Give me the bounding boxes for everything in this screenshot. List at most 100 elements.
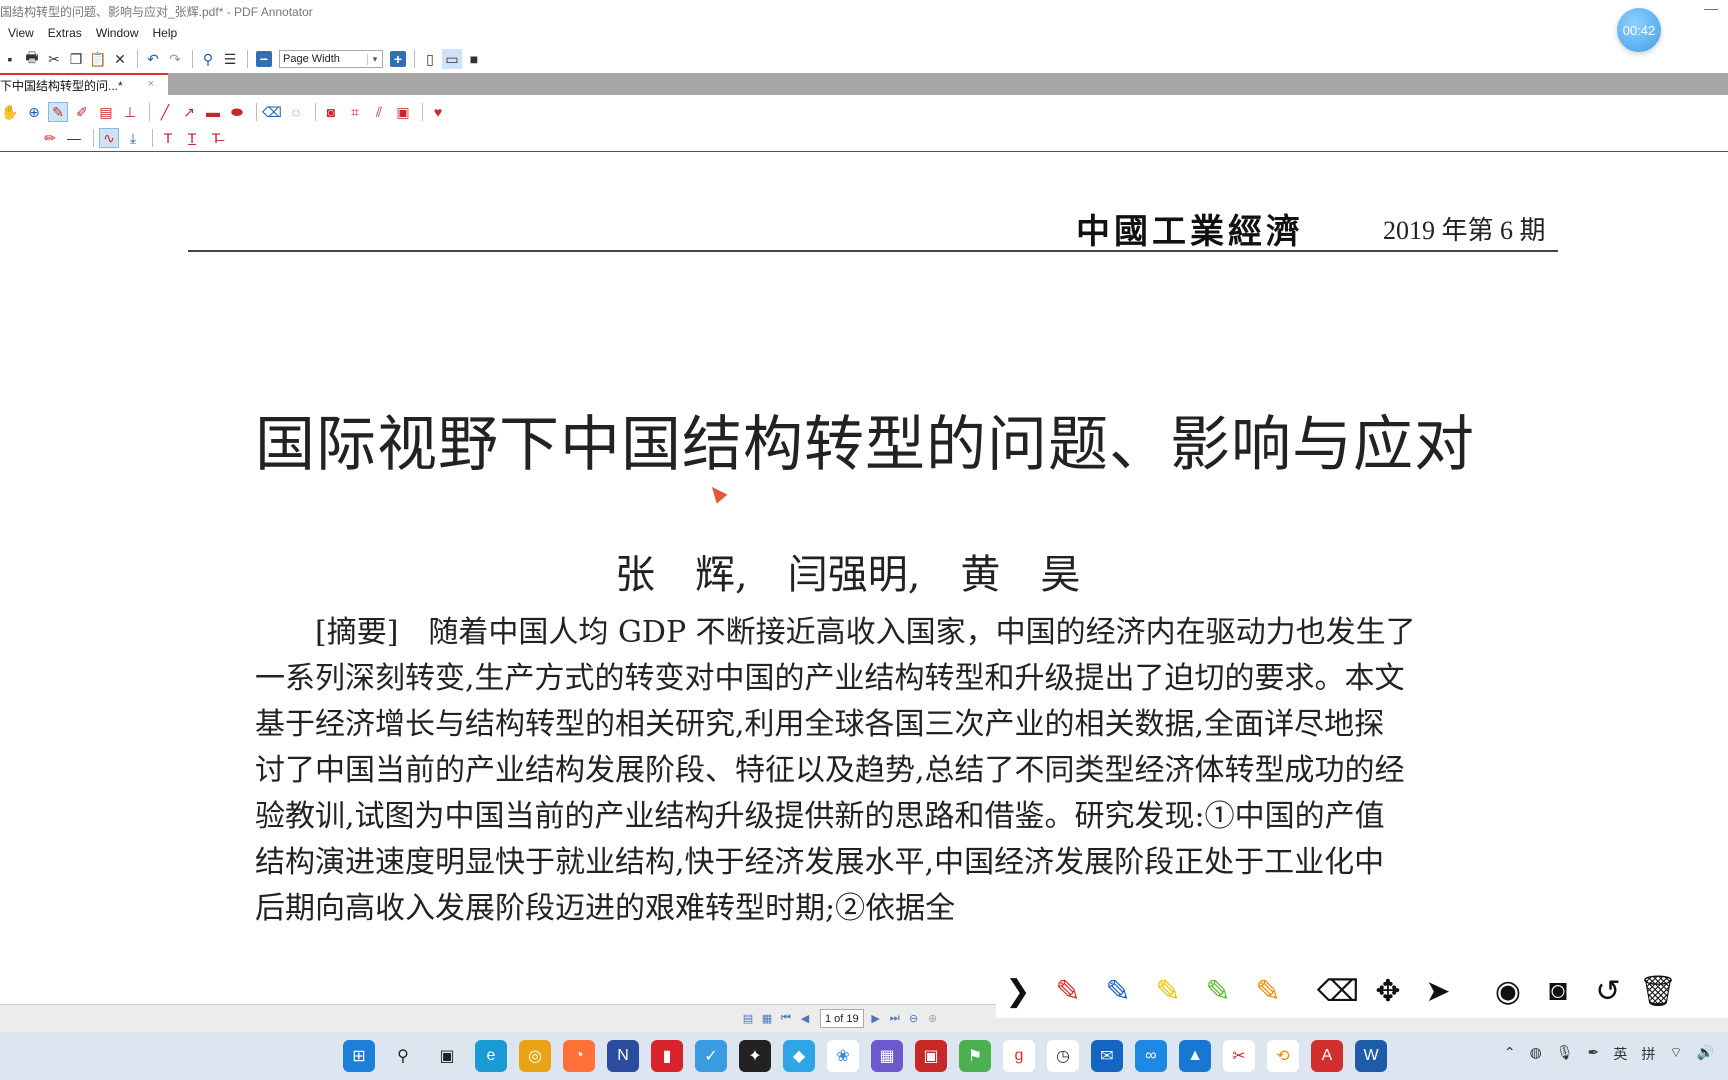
chevron-up-icon[interactable]: ⌃ bbox=[1504, 1044, 1516, 1064]
delete-icon[interactable]: ✕ bbox=[110, 49, 130, 69]
prev-page-icon[interactable]: ◀ bbox=[797, 1011, 813, 1027]
link-app-icon[interactable]: ∞ bbox=[1135, 1040, 1167, 1072]
hand-icon[interactable]: ✋ bbox=[0, 102, 20, 122]
select-pointer-icon[interactable]: ➤ bbox=[1416, 969, 1460, 1013]
acrobat-icon[interactable]: A bbox=[1311, 1040, 1343, 1072]
single-page-icon[interactable]: ▯ bbox=[420, 49, 440, 69]
word-icon[interactable]: W bbox=[1355, 1040, 1387, 1072]
red-pen-icon[interactable]: ✎ bbox=[1046, 969, 1090, 1013]
forward-icon[interactable]: ⊕ bbox=[925, 1011, 941, 1027]
redo-icon[interactable]: ↷ bbox=[165, 49, 185, 69]
ruler-icon[interactable]: ⫽ bbox=[369, 102, 389, 122]
folder-icon[interactable]: ▦ bbox=[759, 1011, 775, 1027]
page-number-field[interactable]: 1 of 19 bbox=[820, 1009, 864, 1028]
orange-highlighter-icon[interactable]: ✎ bbox=[1246, 969, 1290, 1013]
menu-view[interactable]: View bbox=[0, 24, 40, 44]
fullscreen-icon[interactable]: ■ bbox=[464, 49, 484, 69]
zoom-tool-icon[interactable]: ⊕ bbox=[24, 102, 44, 122]
menu-window[interactable]: Window bbox=[88, 24, 145, 44]
chrome-icon[interactable]: ◎ bbox=[519, 1040, 551, 1072]
blue-pen-icon[interactable]: ✎ bbox=[1096, 969, 1140, 1013]
menu-extras[interactable]: Extras bbox=[40, 24, 88, 44]
search-icon[interactable]: ⚲ bbox=[387, 1040, 419, 1072]
clock-app-icon[interactable]: ◷ bbox=[1047, 1040, 1079, 1072]
rectangle-icon[interactable]: ▬ bbox=[203, 102, 223, 122]
recording-timer[interactable]: 00:42 bbox=[1617, 8, 1661, 52]
print-icon[interactable]: 🖶 bbox=[22, 49, 42, 69]
trash-icon[interactable]: 🗑 bbox=[1636, 969, 1680, 1013]
camera-icon[interactable]: ◙ bbox=[321, 102, 341, 122]
lasso-icon[interactable]: ◌ bbox=[286, 102, 306, 122]
highlighter-icon[interactable]: ✐ bbox=[72, 102, 92, 122]
camera-icon[interactable]: ◙ bbox=[1536, 969, 1580, 1013]
last-page-icon[interactable]: ⏭ bbox=[887, 1011, 903, 1027]
close-icon[interactable]: × bbox=[148, 78, 154, 90]
chevron-down-icon[interactable]: ▾ bbox=[367, 53, 382, 65]
first-page-icon[interactable]: ⏮ bbox=[778, 1011, 794, 1027]
wifi-icon[interactable]: ⌔ bbox=[1669, 1044, 1682, 1064]
eye-icon[interactable]: ◉ bbox=[1486, 969, 1530, 1013]
mindmap-app-icon[interactable]: ✦ bbox=[739, 1040, 771, 1072]
zoom-out-button[interactable]: − bbox=[256, 51, 272, 67]
grid-app-icon[interactable]: ▦ bbox=[871, 1040, 903, 1072]
outline-icon[interactable]: ☰ bbox=[220, 49, 240, 69]
favorites-icon[interactable]: ♥ bbox=[428, 102, 448, 122]
menu-help[interactable]: Help bbox=[145, 24, 184, 44]
minimize-button[interactable]: — bbox=[1704, 0, 1718, 16]
cut-icon[interactable]: ✂ bbox=[44, 49, 64, 69]
ime-mode[interactable]: 拼 bbox=[1641, 1044, 1655, 1064]
strikethrough-icon[interactable]: T̶ bbox=[206, 128, 226, 148]
stamp-icon[interactable]: ⊥ bbox=[120, 102, 140, 122]
document-tab[interactable]: 下中国结构转型的问...* × bbox=[0, 73, 168, 95]
pen-icon[interactable]: ✒ bbox=[1588, 1044, 1600, 1064]
insert-space-icon[interactable]: ⤓ bbox=[123, 128, 143, 148]
pdf-annotator-icon[interactable]: ▣ bbox=[915, 1040, 947, 1072]
find-icon[interactable]: ⚲ bbox=[198, 49, 218, 69]
security-icon[interactable]: ◍ bbox=[1530, 1044, 1542, 1064]
back-icon[interactable]: ⊖ bbox=[906, 1011, 922, 1027]
cs-app-icon[interactable]: ✂ bbox=[1223, 1040, 1255, 1072]
photos-app-icon[interactable]: ▲ bbox=[1179, 1040, 1211, 1072]
fit-width-icon[interactable]: ▭ bbox=[442, 49, 462, 69]
arrow-icon[interactable]: ↗ bbox=[179, 102, 199, 122]
underline-icon[interactable]: T̲ bbox=[182, 128, 202, 148]
smooth-stroke-icon[interactable]: ∿ bbox=[99, 128, 119, 148]
bookmark-app-icon[interactable]: ⚑ bbox=[959, 1040, 991, 1072]
outlook-app-icon[interactable]: ✉ bbox=[1091, 1040, 1123, 1072]
pen-tool-icon[interactable]: ✎ bbox=[48, 102, 68, 122]
green-pen-icon[interactable]: ✎ bbox=[1196, 969, 1240, 1013]
vpn-app-icon[interactable]: ✓ bbox=[695, 1040, 727, 1072]
cloud-app-icon[interactable]: ❀ bbox=[827, 1040, 859, 1072]
line-style-icon[interactable]: ― bbox=[64, 128, 84, 148]
orange-app-icon[interactable]: ⟲ bbox=[1267, 1040, 1299, 1072]
volume-icon[interactable]: 🔊 bbox=[1697, 1044, 1714, 1064]
next-page-icon[interactable]: ▶ bbox=[868, 1011, 884, 1027]
image-icon[interactable]: ▣ bbox=[393, 102, 413, 122]
text-box-icon[interactable]: ▤ bbox=[96, 102, 116, 122]
eraser-icon[interactable]: ⌫ bbox=[262, 102, 282, 122]
red-app-icon[interactable]: ▮ bbox=[651, 1040, 683, 1072]
document-page[interactable]: 中國工業經濟 2019 年第 6 期 国际视野下中国结构转型的问题、影响与应对 … bbox=[0, 152, 1728, 1004]
microphone-icon[interactable]: 🎙 bbox=[1556, 1044, 1574, 1064]
notes-app-icon[interactable]: N bbox=[607, 1040, 639, 1072]
task-view-icon[interactable]: ▣ bbox=[431, 1040, 463, 1072]
yellow-pen-icon[interactable]: ✎ bbox=[1146, 969, 1190, 1013]
line-icon[interactable]: ╱ bbox=[155, 102, 175, 122]
undo-icon[interactable]: ↺ bbox=[1586, 969, 1630, 1013]
g-app-icon[interactable]: g bbox=[1003, 1040, 1035, 1072]
crop-icon[interactable]: ⌗ bbox=[345, 102, 365, 122]
firefox-icon[interactable]: ◔ bbox=[563, 1040, 595, 1072]
blue-diamond-app-icon[interactable]: ◆ bbox=[783, 1040, 815, 1072]
zoom-in-button[interactable]: + bbox=[390, 51, 406, 67]
undo-icon[interactable]: ↶ bbox=[143, 49, 163, 69]
zoom-select[interactable]: Page Width ▾ bbox=[279, 50, 383, 68]
start-icon[interactable]: ⊞ bbox=[343, 1040, 375, 1072]
pen-color-icon[interactable]: ✏ bbox=[40, 128, 60, 148]
text-icon[interactable]: T bbox=[158, 128, 178, 148]
bookmark-icon[interactable]: ▤ bbox=[740, 1011, 756, 1027]
ime-language[interactable]: 英 bbox=[1613, 1044, 1627, 1064]
ellipse-icon[interactable]: ⬬ bbox=[227, 102, 247, 122]
eraser-icon[interactable]: ⌫ bbox=[1316, 969, 1360, 1013]
collapse-chevron-icon[interactable]: ❯ bbox=[996, 969, 1040, 1013]
paste-icon[interactable]: 📋 bbox=[88, 49, 108, 69]
